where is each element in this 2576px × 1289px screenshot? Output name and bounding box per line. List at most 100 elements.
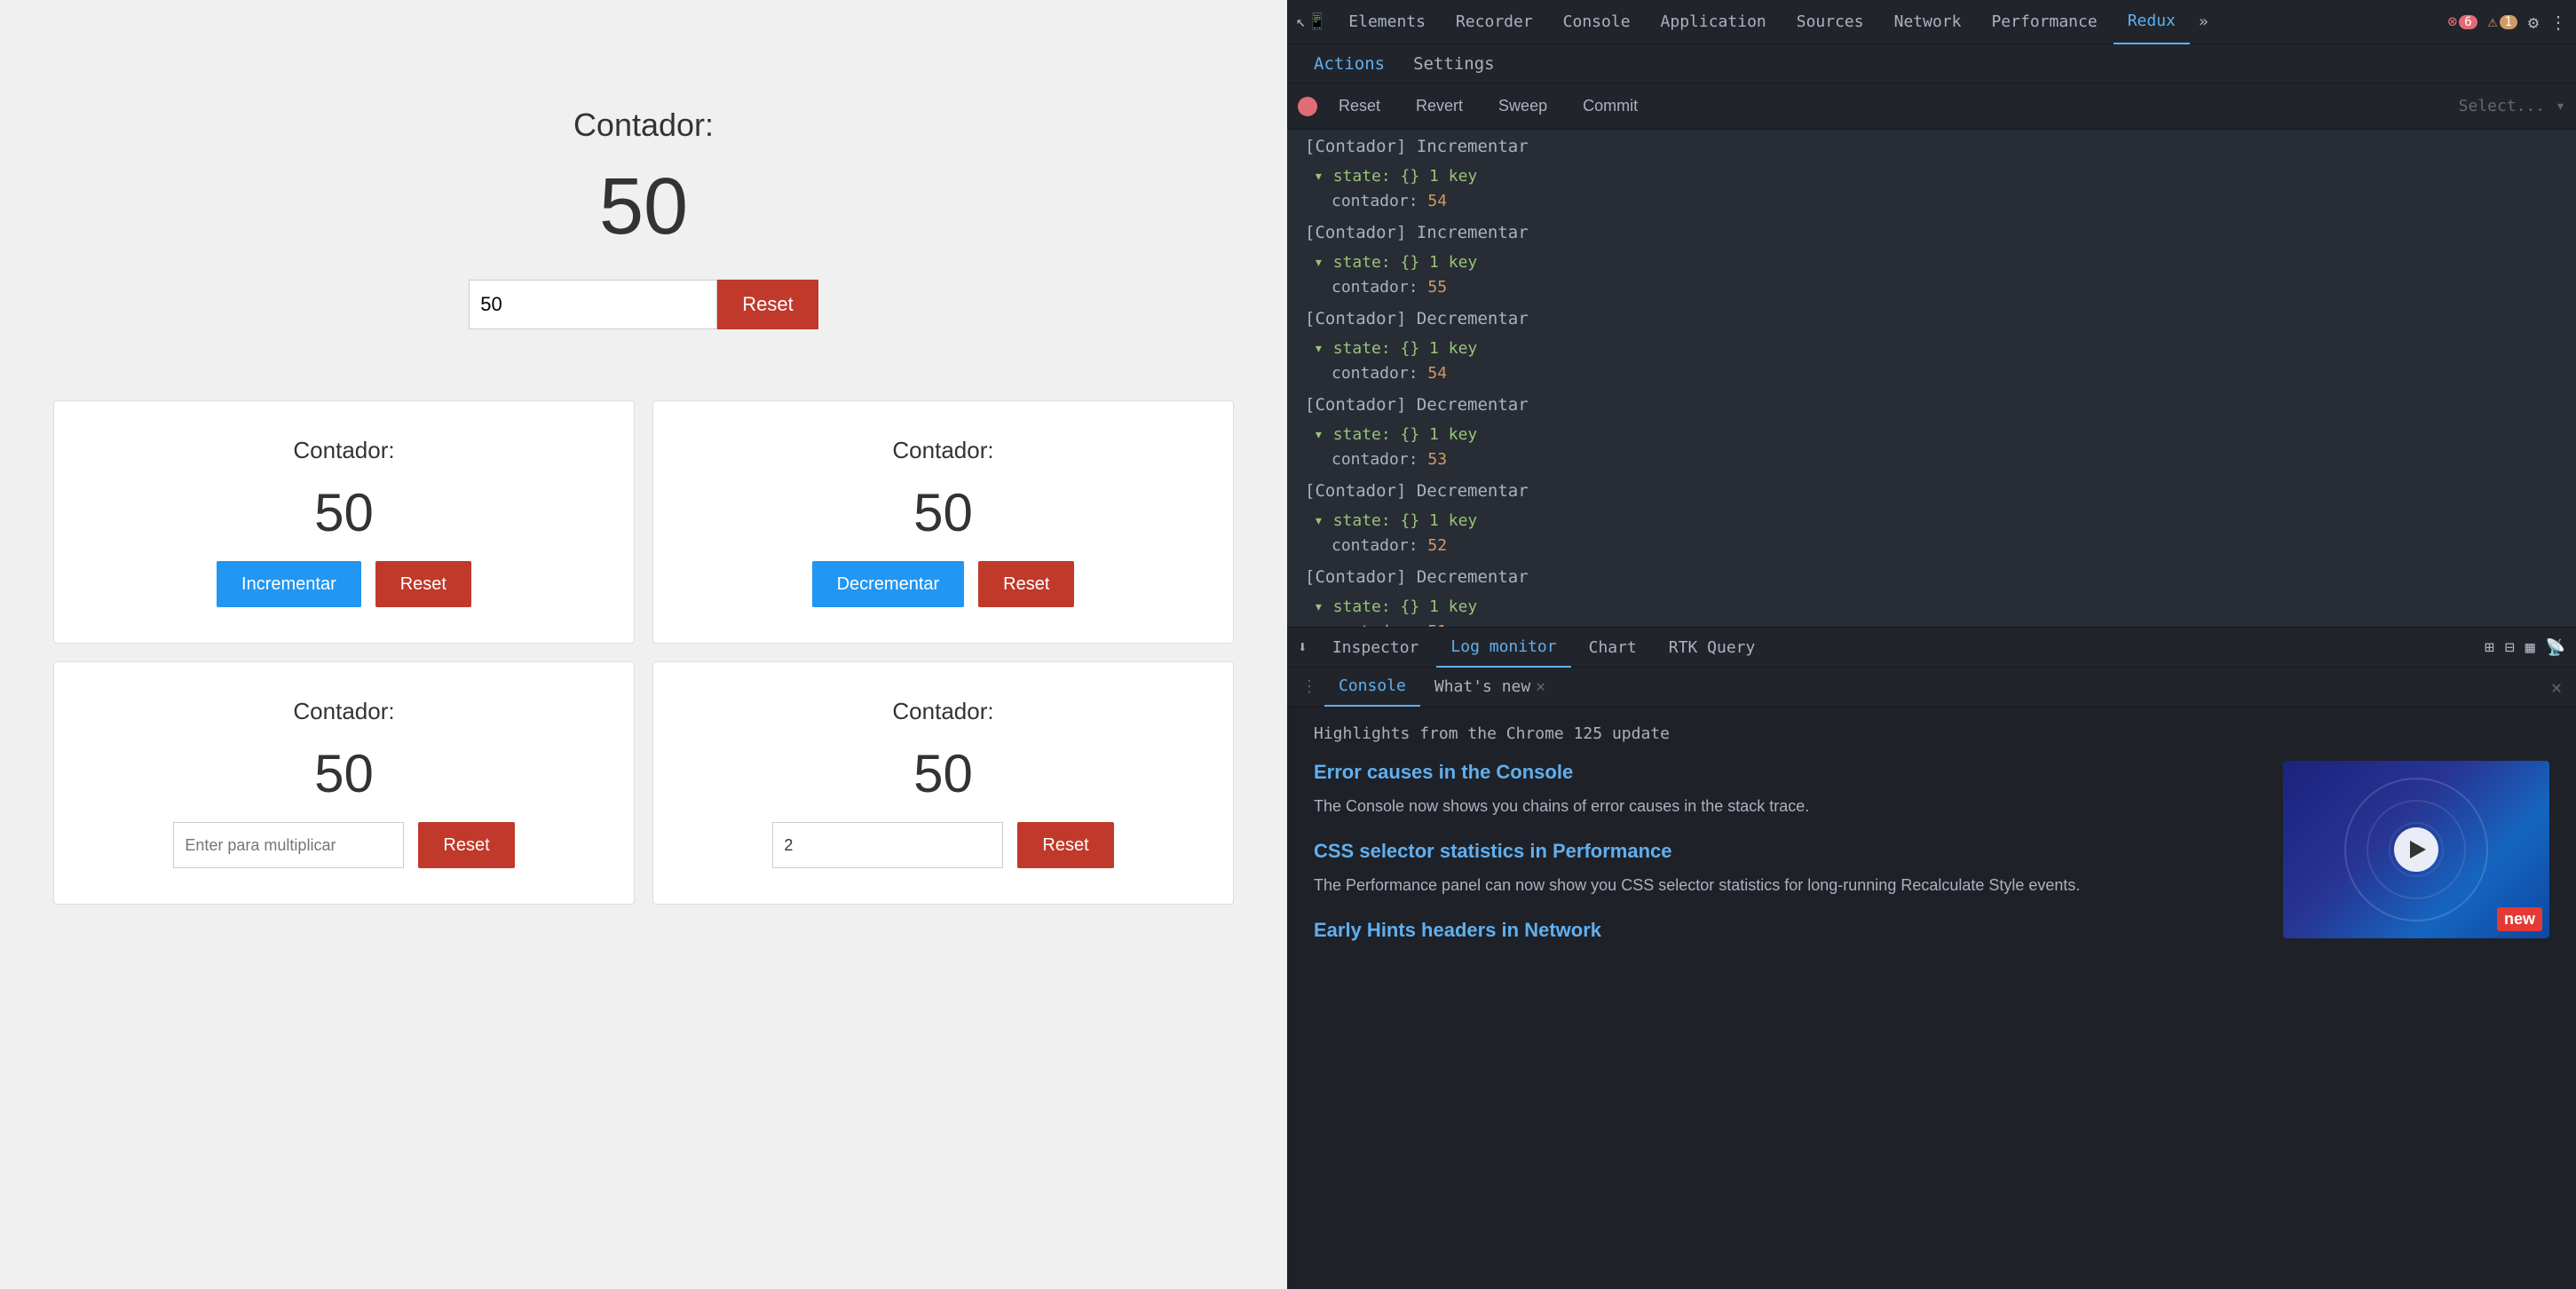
action-item-1-arrow: ▾ [1314,253,1333,272]
revert-button[interactable]: Revert [1402,93,1477,119]
console-sections-text: Error causes in the Console The Console … [1314,761,2265,953]
console-content: Highlights from the Chrome 125 update Er… [1287,707,2576,970]
action-item-5-arrow: ▾ [1314,597,1333,616]
devtools-icon-device: 📱 [1308,12,1327,31]
reset-button[interactable]: Reset [1324,93,1395,119]
whatsnew-close-icon[interactable]: ✕ [1530,677,1551,696]
section1-title: Error causes in the Console [1314,761,2265,784]
action-item-3-prop-name: contador: [1331,450,1427,469]
console-panel: ⋮ Console What's new ✕ ✕ Highlights from… [1287,668,2576,1289]
decrement-button[interactable]: Decrementar [812,561,965,607]
devtools-subbar: Actions Settings [1287,44,2576,83]
error-badge-icon: ⊗ 6 [2447,12,2477,31]
bottom-tab-logmonitor[interactable]: Log monitor [1436,627,1570,668]
console-menu-icon[interactable]: ⋮ [1301,677,1317,696]
multiply-input[interactable] [173,822,404,868]
card1-btn-row: Incrementar Reset [217,561,471,607]
section2-text: The Performance panel can now show you C… [1314,874,2265,898]
action-item-1-name[interactable]: [Contador] Incrementar [1287,216,2576,249]
bottom-tab-inspector[interactable]: Inspector [1318,627,1434,668]
card1-reset-button[interactable]: Reset [375,561,471,607]
action-item-3-name[interactable]: [Contador] Decrementar [1287,388,2576,422]
tab-redux[interactable]: Redux [2114,0,2190,44]
action-item-4-prop-name: contador: [1331,536,1427,555]
action-item-5-name[interactable]: [Contador] Decrementar [1287,560,2576,594]
main-reset-button[interactable]: Reset [717,280,818,329]
action-item-4-arrow: ▾ [1314,511,1333,530]
counter-grid: Contador: 50 Incrementar Reset Contador:… [0,383,1287,922]
counter-card-increment: Contador: 50 Incrementar Reset [53,400,635,644]
actions-list: [Contador] Incrementar ▾ state: {} 1 key… [1287,130,2576,627]
tab-network[interactable]: Network [1880,0,1976,44]
card2-label: Contador: [892,437,993,464]
action-item-2-name[interactable]: [Contador] Decrementar [1287,302,2576,336]
sub-tab-actions[interactable]: Actions [1301,44,1397,83]
action-item-3-state-label: state: {} 1 key [1333,425,1478,444]
panel-close-icon[interactable]: ✕ [2551,676,2562,698]
action-item-1-prop-name: contador: [1331,278,1427,297]
thumbnail-container: new [2283,761,2549,938]
card4-value: 50 [913,743,973,804]
main-counter-input[interactable] [469,280,717,329]
action-item-1-state-label: state: {} 1 key [1333,253,1478,272]
main-counter-value: 50 [599,162,688,253]
tab-performance[interactable]: Performance [1977,0,2111,44]
grid-icon-3[interactable]: ▦ [2525,638,2535,657]
card1-value: 50 [314,482,374,543]
tab-console[interactable]: Console [1549,0,1645,44]
card2-btn-row: Decrementar Reset [812,561,1075,607]
tab-application[interactable]: Application [1647,0,1781,44]
card4-label: Contador: [892,698,993,725]
console-tab-console[interactable]: Console [1324,668,1420,707]
action-item-1-prop-val: 55 [1427,278,1447,297]
tab-recorder[interactable]: Recorder [1442,0,1547,44]
devtools-panel: ↖ 📱 Elements Recorder Console Applicatio… [1287,0,2576,1289]
action-item-3-arrow: ▾ [1314,425,1333,444]
card1-label: Contador: [293,437,394,464]
play-button[interactable] [2394,827,2438,872]
number-input[interactable] [772,822,1003,868]
bottom-tabs: ⬇ Inspector Log monitor Chart RTK Query … [1287,627,2576,668]
grid-icon-2[interactable]: ⊟ [2505,638,2515,657]
bottom-panel-icon: ⬇ [1298,638,1308,657]
chrome-update-highlight: Highlights from the Chrome 125 update [1314,724,2549,743]
play-triangle-icon [2410,841,2426,858]
sub-tab-settings[interactable]: Settings [1401,44,1507,83]
more-menu-icon[interactable]: ⋮ [2549,12,2567,33]
increment-button[interactable]: Incrementar [217,561,361,607]
gear-icon[interactable]: ⚙ [2528,12,2539,33]
action-item-0-state-label: state: {} 1 key [1333,167,1478,186]
action-item-3-prop-val: 53 [1427,450,1447,469]
record-button[interactable] [1298,97,1317,116]
new-badge: new [2497,907,2542,931]
sweep-button[interactable]: Sweep [1484,93,1561,119]
app-area: Contador: 50 Reset Contador: 50 Incremen… [0,0,1287,1289]
main-counter-label: Contador: [573,107,714,144]
console-tab-whatsnew[interactable]: What's new ✕ [1420,668,1565,707]
card3-value: 50 [314,743,374,804]
devtools-icons: ⊗ 6 ⚠ 1 ⚙ ⋮ [2447,12,2567,33]
card2-value: 50 [913,482,973,543]
action-item-2-arrow: ▾ [1314,339,1333,358]
bottom-tab-rtkquery[interactable]: RTK Query [1655,627,1770,668]
action-item-0-arrow: ▾ [1314,167,1333,186]
card3-reset-button[interactable]: Reset [418,822,514,868]
grid-icon-1[interactable]: ⊞ [2485,638,2494,657]
broadcast-icon[interactable]: 📡 [2546,638,2565,657]
card2-reset-button[interactable]: Reset [978,561,1074,607]
bottom-tab-chart[interactable]: Chart [1575,627,1651,668]
commit-button[interactable]: Commit [1569,93,1652,119]
action-item-4-name[interactable]: [Contador] Decrementar [1287,474,2576,508]
tab-elements[interactable]: Elements [1334,0,1440,44]
action-item-0-prop-name: contador: [1331,192,1427,210]
action-item-0-name[interactable]: [Contador] Incrementar [1287,130,2576,163]
tab-more[interactable]: » [2192,12,2216,31]
action-item-2-prop-val: 54 [1427,364,1447,383]
card4-reset-button[interactable]: Reset [1017,822,1113,868]
tab-sources[interactable]: Sources [1782,0,1878,44]
main-counter-input-row: Reset [469,280,818,329]
devtools-icon-cursor: ↖ [1296,12,1306,31]
counter-card-decrement: Contador: 50 Decrementar Reset [652,400,1234,644]
console-sections-row: Error causes in the Console The Console … [1314,761,2549,953]
redux-toolbar: Reset Revert Sweep Commit Select... ▾ [1287,83,2576,130]
